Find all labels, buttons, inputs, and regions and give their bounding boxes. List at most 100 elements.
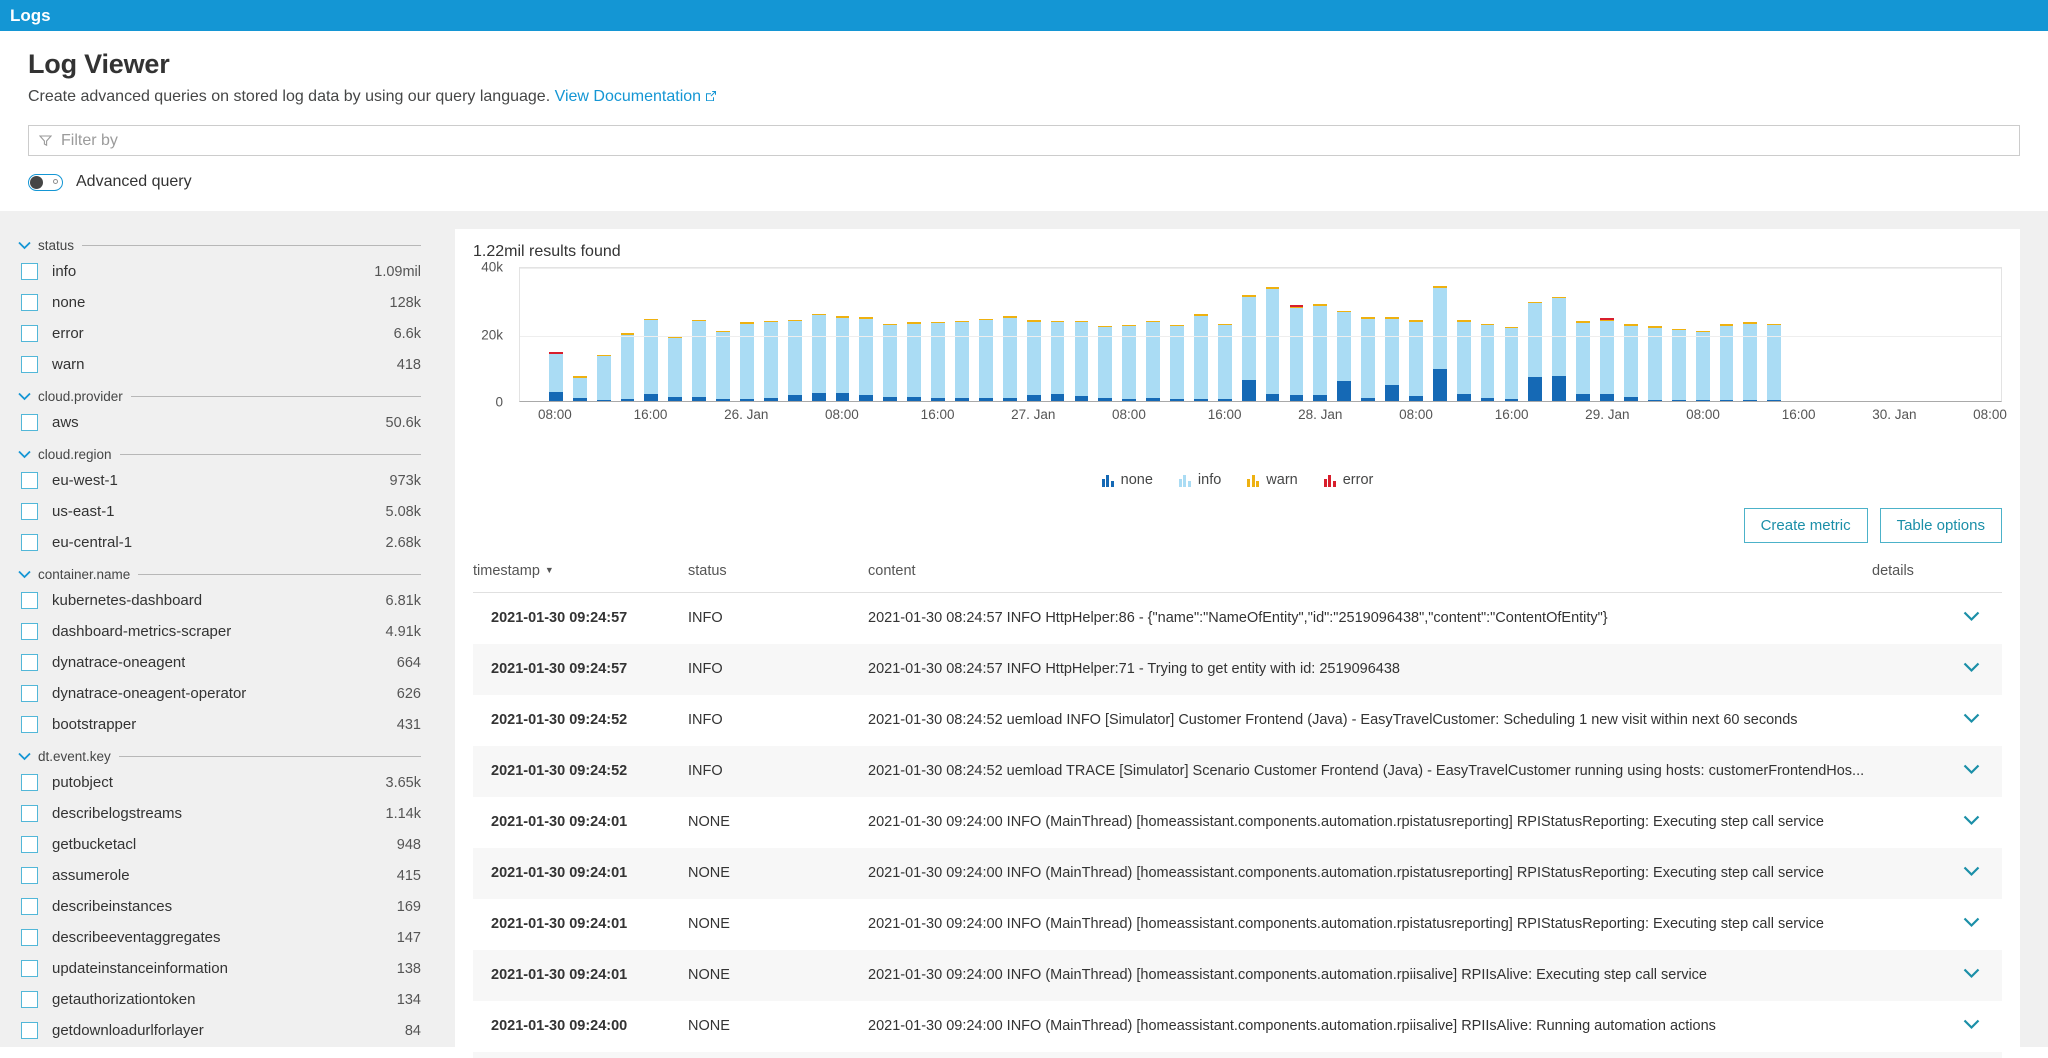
- facet-checkbox[interactable]: [21, 263, 38, 280]
- cell-details[interactable]: [1872, 847, 2002, 899]
- chart-bar[interactable]: [1576, 321, 1591, 401]
- chart-bar[interactable]: [596, 354, 611, 401]
- chart-bar[interactable]: [1647, 326, 1662, 401]
- chart-bar[interactable]: [1337, 310, 1352, 401]
- chart-bar-slot[interactable]: [520, 268, 544, 401]
- chart-bar[interactable]: [859, 316, 874, 401]
- chart-bar-slot[interactable]: [1953, 268, 1977, 401]
- legend-item-none[interactable]: none: [1101, 472, 1153, 488]
- chart-bar-slot[interactable]: [1476, 268, 1500, 401]
- chart-bar-slot[interactable]: [1547, 268, 1571, 401]
- cell-details[interactable]: [1872, 899, 2002, 950]
- chart-bar-slot[interactable]: [1069, 268, 1093, 401]
- chart-bar-slot[interactable]: [568, 268, 592, 401]
- chart-bar-slot[interactable]: [1619, 268, 1643, 401]
- chart-bar[interactable]: [1600, 318, 1614, 401]
- chart-bar-slot[interactable]: [1667, 268, 1691, 401]
- facet-header-cloud.region[interactable]: cloud.region: [18, 447, 421, 462]
- facet-item-getdownloadurlforlayer[interactable]: getdownloadurlforlayer 84: [18, 1015, 421, 1046]
- chart-bar-slot[interactable]: [1237, 268, 1261, 401]
- chart-bar-slot[interactable]: [1906, 268, 1930, 401]
- chart-bar-slot[interactable]: [1093, 268, 1117, 401]
- chart-bar[interactable]: [978, 318, 993, 401]
- chart-bar[interactable]: [1408, 320, 1423, 401]
- chart-bar-slot[interactable]: [1189, 268, 1213, 401]
- column-header-status[interactable]: status: [688, 557, 868, 593]
- chevron-down-icon[interactable]: [1963, 763, 1980, 779]
- table-options-button[interactable]: Table options: [1879, 508, 2002, 543]
- chart-bar[interactable]: [1695, 330, 1710, 401]
- chart-bar-slot[interactable]: [735, 268, 759, 401]
- facet-item-dynatrace-oneagent[interactable]: dynatrace-oneagent 664: [18, 647, 421, 678]
- table-row[interactable]: 2021-01-30 09:24:01 NONE 2021-01-30 09:24:…: [473, 949, 2002, 1001]
- legend-item-error[interactable]: error: [1323, 472, 1373, 488]
- chart-bar[interactable]: [1193, 314, 1208, 401]
- chart-bar[interactable]: [668, 336, 683, 401]
- chart-bar-slot[interactable]: [1046, 268, 1070, 401]
- chevron-down-icon[interactable]: [1963, 916, 1980, 932]
- filter-input[interactable]: [61, 131, 2009, 150]
- chart-bar[interactable]: [835, 316, 850, 401]
- cell-details[interactable]: [1872, 949, 2002, 1001]
- chart-bar-slot[interactable]: [1380, 268, 1404, 401]
- facet-item-dashboard-metrics-scraper[interactable]: dashboard-metrics-scraper 4.91k: [18, 616, 421, 647]
- chart-bar-slot[interactable]: [639, 268, 663, 401]
- chart-bar-slot[interactable]: [1452, 268, 1476, 401]
- facet-item-kubernetes-dashboard[interactable]: kubernetes-dashboard 6.81k: [18, 585, 421, 616]
- cell-details[interactable]: [1872, 1001, 2002, 1052]
- facet-checkbox[interactable]: [21, 623, 38, 640]
- table-row[interactable]: 2021-01-30 09:24:57 INFO 2021-01-30 08:24:…: [473, 643, 2002, 695]
- chart-bar-slot[interactable]: [1022, 268, 1046, 401]
- chart-bar-slot[interactable]: [1786, 268, 1810, 401]
- facet-checkbox[interactable]: [21, 716, 38, 733]
- chart-bar[interactable]: [763, 320, 778, 401]
- facet-item-getauthorizationtoken[interactable]: getauthorizationtoken 134: [18, 984, 421, 1015]
- chart-bar-slot[interactable]: [783, 268, 807, 401]
- facet-item-updateinstanceinformation[interactable]: updateinstanceinformation 138: [18, 953, 421, 984]
- cell-details[interactable]: [1872, 745, 2002, 797]
- chart-bar-slot[interactable]: [1930, 268, 1954, 401]
- facet-checkbox[interactable]: [21, 836, 38, 853]
- legend-item-info[interactable]: info: [1178, 472, 1221, 488]
- chart-bar-slot[interactable]: [1882, 268, 1906, 401]
- chart-bar-slot[interactable]: [1738, 268, 1762, 401]
- chart-bar[interactable]: [1050, 320, 1065, 401]
- create-metric-button[interactable]: Create metric: [1743, 508, 1868, 543]
- chart-bar-slot[interactable]: [711, 268, 735, 401]
- facet-header-dt.event.key[interactable]: dt.event.key: [18, 749, 421, 764]
- table-row[interactable]: 2021-01-30 09:24:52 INFO 2021-01-30 08:24:…: [473, 745, 2002, 797]
- cell-details[interactable]: [1872, 797, 2002, 848]
- chart-bar-slot[interactable]: [1571, 268, 1595, 401]
- facet-checkbox[interactable]: [21, 867, 38, 884]
- chart-bar-slot[interactable]: [950, 268, 974, 401]
- chevron-down-icon[interactable]: [1963, 610, 1980, 626]
- chart-bar-slot[interactable]: [1977, 268, 2001, 401]
- facet-checkbox[interactable]: [21, 654, 38, 671]
- facet-item-none[interactable]: none 128k: [18, 287, 421, 318]
- chevron-down-icon[interactable]: [1963, 814, 1980, 830]
- chart-bar-slot[interactable]: [1595, 268, 1619, 401]
- facet-checkbox[interactable]: [21, 898, 38, 915]
- chart-bar-slot[interactable]: [1691, 268, 1715, 401]
- facet-checkbox[interactable]: [21, 1022, 38, 1039]
- chart-bar[interactable]: [620, 333, 635, 401]
- chart-bar-slot[interactable]: [1117, 268, 1141, 401]
- facet-checkbox[interactable]: [21, 592, 38, 609]
- facet-item-assumerole[interactable]: assumerole 415: [18, 860, 421, 891]
- facet-checkbox[interactable]: [21, 325, 38, 342]
- chart-bar-slot[interactable]: [998, 268, 1022, 401]
- chart-bar-slot[interactable]: [759, 268, 783, 401]
- chart-bar-slot[interactable]: [1141, 268, 1165, 401]
- chart-bar-slot[interactable]: [1261, 268, 1285, 401]
- table-row[interactable]: 2021-01-30 09:24:01 NONE 2021-01-30 09:24:…: [473, 797, 2002, 848]
- chart-bar[interactable]: [1241, 294, 1256, 401]
- facet-item-eu-central-1[interactable]: eu-central-1 2.68k: [18, 527, 421, 558]
- chart-bar-slot[interactable]: [831, 268, 855, 401]
- cell-details[interactable]: [1872, 1051, 2002, 1058]
- chart-bar[interactable]: [1074, 320, 1089, 401]
- facet-header-cloud.provider[interactable]: cloud.provider: [18, 389, 421, 404]
- facet-item-us-east-1[interactable]: us-east-1 5.08k: [18, 496, 421, 527]
- chart-bar-slot[interactable]: [592, 268, 616, 401]
- facet-header-status[interactable]: status: [18, 238, 421, 253]
- chart-bar[interactable]: [692, 319, 707, 401]
